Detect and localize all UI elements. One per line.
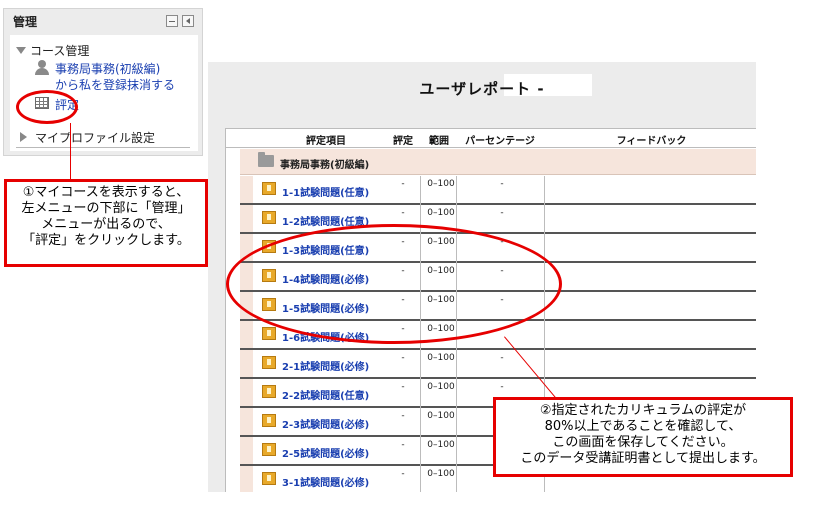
callout2-line1: ②指定されたカリキュラムの評定が [539, 403, 747, 418]
grade-value: - [401, 469, 405, 479]
range-value: 0–100 [427, 179, 455, 189]
grade-value: - [401, 208, 405, 218]
unenrol-link-line1[interactable]: 事務局事務(初級編) [55, 60, 160, 77]
column-divider [420, 466, 421, 492]
header-grade-item: 評定項目 [306, 136, 346, 147]
table-row: 1-1試験問題(任意) - 0–100 - [240, 176, 756, 205]
quiz-icon [262, 443, 276, 456]
admin-block-title: 管理 [13, 14, 38, 29]
percentage-value: - [500, 208, 504, 218]
quiz-icon [262, 414, 276, 427]
profile-settings-node[interactable]: マイプロファイル設定 [35, 129, 155, 146]
callout1-line4: 「評定」をクリックします。 [22, 233, 190, 248]
column-divider [544, 176, 545, 205]
column-divider [544, 350, 545, 379]
row-indent [240, 176, 253, 203]
grade-item-link[interactable]: 2-1試験問題(必修) [282, 358, 369, 373]
grade-value: - [401, 179, 405, 189]
callout1-line3: メニューが出るので、 [41, 217, 171, 232]
quiz-icon [262, 472, 276, 485]
row-indent [240, 408, 253, 435]
quiz-icon [262, 211, 276, 224]
block-controls [166, 15, 194, 27]
callout2-line4: このデータ受講証明書として提出します。 [520, 451, 766, 466]
callout1-connector [70, 123, 71, 179]
range-value: 0–100 [427, 411, 455, 421]
range-value: 0–100 [427, 440, 455, 450]
grade-value: - [401, 353, 405, 363]
percentage-value: - [500, 179, 504, 189]
grades-highlight-ellipse [16, 90, 78, 124]
column-divider [456, 379, 457, 408]
grade-item-link[interactable]: 3-1試験問題(必修) [282, 474, 369, 489]
grade-item-link[interactable]: 2-3試験問題(必修) [282, 416, 369, 431]
instruction-callout-1: ①マイコースを表示すると、 左メニューの下部に「管理」 メニューが出るので、 「… [4, 179, 208, 267]
admin-block-header: 管理 [4, 9, 202, 33]
header-grade: 評定 [393, 136, 413, 147]
folder-icon [258, 152, 274, 167]
header-percentage: パーセンテージ [465, 136, 535, 147]
course-name: 事務局事務(初級編) [280, 160, 370, 171]
header-feedback: フィードバック [616, 136, 687, 147]
quiz-icon [262, 327, 276, 340]
row-indent [240, 350, 253, 377]
menu-divider [16, 147, 190, 148]
callout1-line1: ①マイコースを表示すると、 [22, 185, 190, 200]
row-indent [240, 466, 253, 492]
grade-value: - [401, 440, 405, 450]
column-divider [420, 408, 421, 437]
callout2-line3: この画面を保存してください。 [552, 435, 734, 450]
column-divider [420, 379, 421, 408]
callout1-line2: 左メニューの下部に「管理」 [21, 201, 191, 216]
column-divider [456, 437, 457, 466]
column-divider [456, 176, 457, 205]
grade-item-link[interactable]: 1-1試験問題(任意) [282, 184, 369, 199]
instruction-callout-2: ②指定されたカリキュラムの評定が 80%以上であることを確認して、 この画面を保… [493, 397, 793, 477]
table-header: 評定項目 評定 範囲 パーセンテージ フィードバック [226, 129, 756, 148]
expand-down-icon[interactable] [16, 47, 26, 54]
table-row: 2-1試験問題(必修) - 0–100 - [240, 350, 756, 379]
column-divider [544, 321, 545, 350]
column-divider [420, 437, 421, 466]
row-indent [240, 321, 253, 348]
range-value: 0–100 [427, 382, 455, 392]
column-divider [456, 350, 457, 379]
range-value: 0–100 [427, 208, 455, 218]
range-value: 0–100 [427, 353, 455, 363]
quiz-icon [262, 356, 276, 369]
user-icon [35, 60, 49, 76]
grade-value: - [401, 382, 405, 392]
column-divider [420, 350, 421, 379]
column-divider [544, 205, 545, 234]
percentage-value: - [500, 382, 504, 392]
course-category-row: 事務局事務(初級編) [240, 149, 756, 175]
range-value: 0–100 [427, 469, 455, 479]
expand-right-icon[interactable] [20, 132, 27, 142]
minimize-icon[interactable] [166, 15, 178, 27]
column-divider [456, 408, 457, 437]
callout2-line2: 80%以上であることを確認して、 [544, 419, 742, 434]
dock-icon[interactable] [182, 15, 194, 27]
course-admin-node[interactable]: コース管理 [30, 42, 89, 59]
grade-item-link[interactable]: 2-2試験問題(任意) [282, 387, 369, 402]
column-divider [420, 176, 421, 205]
quiz-icon [262, 385, 276, 398]
required-items-highlight-ellipse [226, 224, 562, 344]
unenrol-link-line2[interactable]: から私を登録抹消する [55, 76, 175, 93]
grade-item-link[interactable]: 2-5試験問題(必修) [282, 445, 369, 460]
percentage-value: - [500, 353, 504, 363]
grade-value: - [401, 411, 405, 421]
row-indent [240, 437, 253, 464]
row-indent [240, 379, 253, 406]
report-title: ユーザレポート - [419, 80, 545, 98]
quiz-icon [262, 182, 276, 195]
admin-block: 管理 コース管理 事務局事務(初級編) から私を登録抹消する 評定 マイプロファ… [3, 8, 203, 156]
header-range: 範囲 [429, 136, 449, 147]
column-divider [456, 466, 457, 492]
row-indent [240, 205, 253, 232]
